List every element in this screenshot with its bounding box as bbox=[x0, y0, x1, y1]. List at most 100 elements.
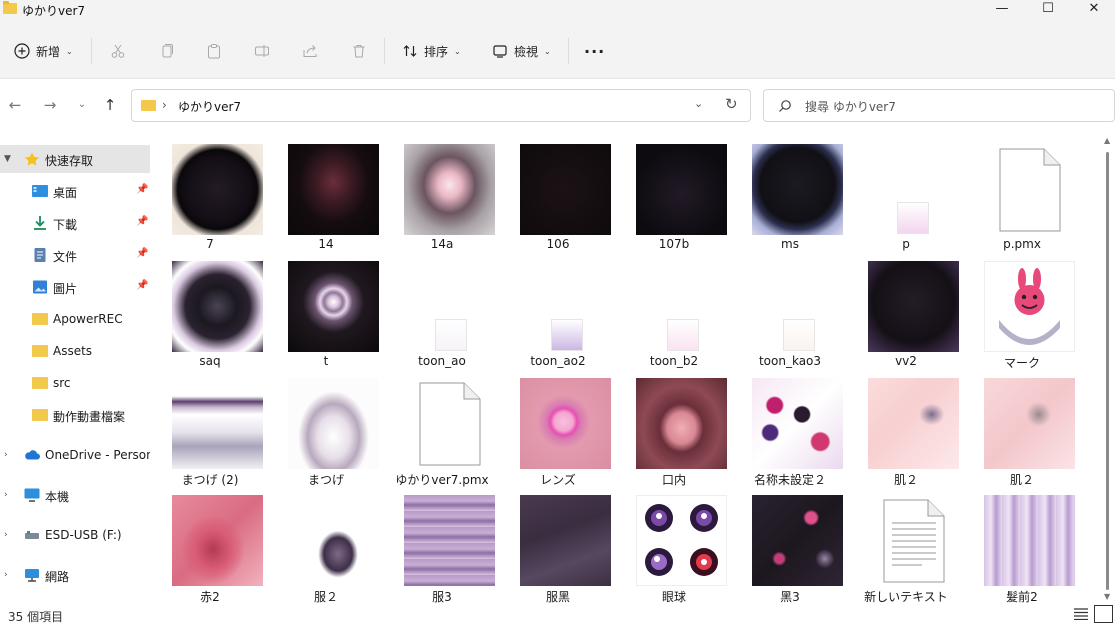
sidebar-item-usb[interactable]: › ESD-USB (F:) bbox=[0, 521, 150, 549]
chevron-down-icon[interactable]: ▼ bbox=[4, 154, 11, 164]
pin-icon[interactable]: 📌 bbox=[136, 184, 148, 195]
new-label: 新增 bbox=[36, 44, 61, 59]
file-item[interactable]: 服黑 bbox=[500, 481, 616, 604]
cut-button[interactable] bbox=[110, 39, 126, 63]
sidebar-item-onedrive[interactable]: › OneDrive - Persona bbox=[0, 441, 150, 469]
sidebar-item-pictures[interactable]: 圖片 📌 bbox=[0, 273, 150, 301]
file-item[interactable]: 赤2 bbox=[152, 481, 268, 604]
sort-button[interactable]: 排序 ⌄ bbox=[402, 39, 461, 63]
refresh-button[interactable]: ↻ bbox=[725, 95, 738, 113]
file-item[interactable]: vv2 bbox=[848, 247, 964, 368]
scroll-down-arrow-icon[interactable]: ▼ bbox=[1104, 592, 1110, 601]
paste-icon bbox=[208, 44, 220, 59]
chevron-right-icon[interactable]: › bbox=[4, 570, 8, 580]
file-item[interactable]: まつげ (2) bbox=[152, 364, 268, 487]
pictures-icon bbox=[33, 280, 47, 294]
toolbar-divider bbox=[91, 38, 92, 64]
delete-button[interactable] bbox=[351, 39, 367, 63]
pin-icon[interactable]: 📌 bbox=[136, 280, 148, 291]
sidebar-item-src[interactable]: src bbox=[0, 369, 150, 397]
chevron-right-icon[interactable]: › bbox=[4, 490, 8, 500]
search-box[interactable]: 搜尋 ゆかりver7 bbox=[763, 89, 1115, 122]
file-item[interactable]: 服3 bbox=[384, 481, 500, 604]
file-item[interactable]: レンズ bbox=[500, 364, 616, 487]
up-button[interactable]: ↑ bbox=[100, 96, 120, 114]
rename-icon bbox=[255, 45, 269, 57]
file-item[interactable]: 7 bbox=[152, 130, 268, 251]
file-item[interactable]: t bbox=[268, 247, 384, 368]
file-item[interactable]: toon_ao bbox=[384, 247, 500, 368]
sidebar-item-apowerrec[interactable]: ApowerREC bbox=[0, 305, 150, 333]
paste-button[interactable] bbox=[206, 39, 222, 63]
file-item[interactable]: まつげ bbox=[268, 364, 384, 487]
file-item[interactable]: 肌２ bbox=[964, 364, 1080, 487]
pin-icon[interactable]: 📌 bbox=[136, 248, 148, 259]
sidebar-item-quick-access[interactable]: ▼ 快速存取 bbox=[0, 145, 150, 173]
large-icons-view-icon[interactable] bbox=[1094, 605, 1113, 623]
file-item[interactable]: 黑3 bbox=[732, 481, 848, 604]
file-name: 服２ bbox=[313, 590, 338, 604]
file-item[interactable]: 眼球 bbox=[616, 481, 732, 604]
file-item[interactable]: 107b bbox=[616, 130, 732, 251]
file-item[interactable]: ゆかりver7.pmx bbox=[384, 364, 500, 487]
sidebar-item-downloads[interactable]: 下載 📌 bbox=[0, 209, 150, 237]
chevron-right-icon[interactable]: › bbox=[4, 450, 8, 460]
more-options-button[interactable]: ··· bbox=[584, 39, 605, 63]
file-item[interactable]: toon_ao2 bbox=[500, 247, 616, 368]
file-item[interactable]: 14 bbox=[268, 130, 384, 251]
sidebar-item-animation[interactable]: 動作動畫檔案 bbox=[0, 401, 150, 429]
sidebar-item-label: OneDrive - Persona bbox=[45, 448, 150, 462]
forward-button[interactable]: → bbox=[40, 96, 60, 114]
file-item[interactable]: 口内 bbox=[616, 364, 732, 487]
sidebar-item-label: 動作動畫檔案 bbox=[53, 410, 126, 424]
file-item[interactable]: saq bbox=[152, 247, 268, 368]
sidebar-item-this-pc[interactable]: › 本機 bbox=[0, 481, 150, 509]
pin-icon[interactable]: 📌 bbox=[136, 216, 148, 227]
file-item[interactable]: 名称未設定２ bbox=[732, 364, 848, 487]
file-grid: 7 14 14a 106 107b ms p p.pmx saq t toon_… bbox=[152, 130, 1100, 604]
file-item[interactable]: 肌２ bbox=[848, 364, 964, 487]
file-thumbnail bbox=[404, 495, 495, 586]
sidebar-item-label: 下載 bbox=[53, 218, 78, 232]
file-item[interactable]: 服２ bbox=[268, 481, 384, 604]
sidebar-item-assets[interactable]: Assets bbox=[0, 337, 150, 365]
file-item[interactable]: 髮前2 bbox=[964, 481, 1080, 604]
file-item[interactable]: toon_kao3 bbox=[732, 247, 848, 368]
chevron-right-icon[interactable]: › bbox=[4, 530, 8, 540]
file-item[interactable]: p.pmx bbox=[964, 130, 1080, 251]
close-button[interactable]: ✕ bbox=[1071, 0, 1115, 20]
file-item[interactable]: マーク bbox=[964, 247, 1080, 370]
sidebar-item-network[interactable]: › 網路 bbox=[0, 561, 150, 589]
details-view-icon[interactable] bbox=[1074, 608, 1088, 620]
address-dropdown-button[interactable]: ⌄ bbox=[694, 97, 703, 110]
breadcrumb-chevron-icon[interactable]: › bbox=[162, 98, 167, 112]
minimize-button[interactable]: — bbox=[979, 0, 1025, 20]
chevron-down-icon: ⌄ bbox=[454, 46, 461, 56]
copy-button[interactable] bbox=[159, 39, 175, 63]
file-item[interactable]: ms bbox=[732, 130, 848, 251]
breadcrumb-folder[interactable]: ゆかりver7 bbox=[178, 98, 241, 115]
maximize-button[interactable]: ☐ bbox=[1025, 0, 1071, 20]
new-button[interactable]: 新增 ⌄ bbox=[14, 39, 73, 63]
scrollbar-thumb[interactable] bbox=[1106, 152, 1109, 590]
view-button[interactable]: 檢視 ⌄ bbox=[492, 39, 551, 63]
recent-locations-button[interactable]: ⌄ bbox=[72, 96, 92, 114]
file-item[interactable]: toon_b2 bbox=[616, 247, 732, 368]
file-item[interactable]: 106 bbox=[500, 130, 616, 251]
back-button[interactable]: ← bbox=[5, 96, 25, 114]
rename-button[interactable] bbox=[254, 39, 270, 63]
file-item[interactable]: 新しいテキスト bbox=[848, 481, 964, 604]
file-item[interactable]: p bbox=[848, 130, 964, 251]
address-bar[interactable]: › ゆかりver7 ⌄ ↻ bbox=[131, 89, 751, 122]
share-button[interactable] bbox=[302, 39, 318, 63]
file-item[interactable]: 14a bbox=[384, 130, 500, 251]
scroll-up-arrow-icon[interactable]: ▲ bbox=[1104, 136, 1110, 145]
vertical-scrollbar[interactable]: ▲ ▼ bbox=[1100, 130, 1115, 604]
sidebar-item-documents[interactable]: 文件 📌 bbox=[0, 241, 150, 269]
scissors-icon bbox=[111, 44, 125, 58]
chevron-down-icon: ⌄ bbox=[544, 46, 551, 56]
sidebar-item-desktop[interactable]: 桌面 📌 bbox=[0, 177, 150, 205]
search-input[interactable]: 搜尋 ゆかりver7 bbox=[805, 98, 896, 115]
network-icon bbox=[25, 569, 39, 582]
file-thumbnail bbox=[172, 495, 263, 586]
